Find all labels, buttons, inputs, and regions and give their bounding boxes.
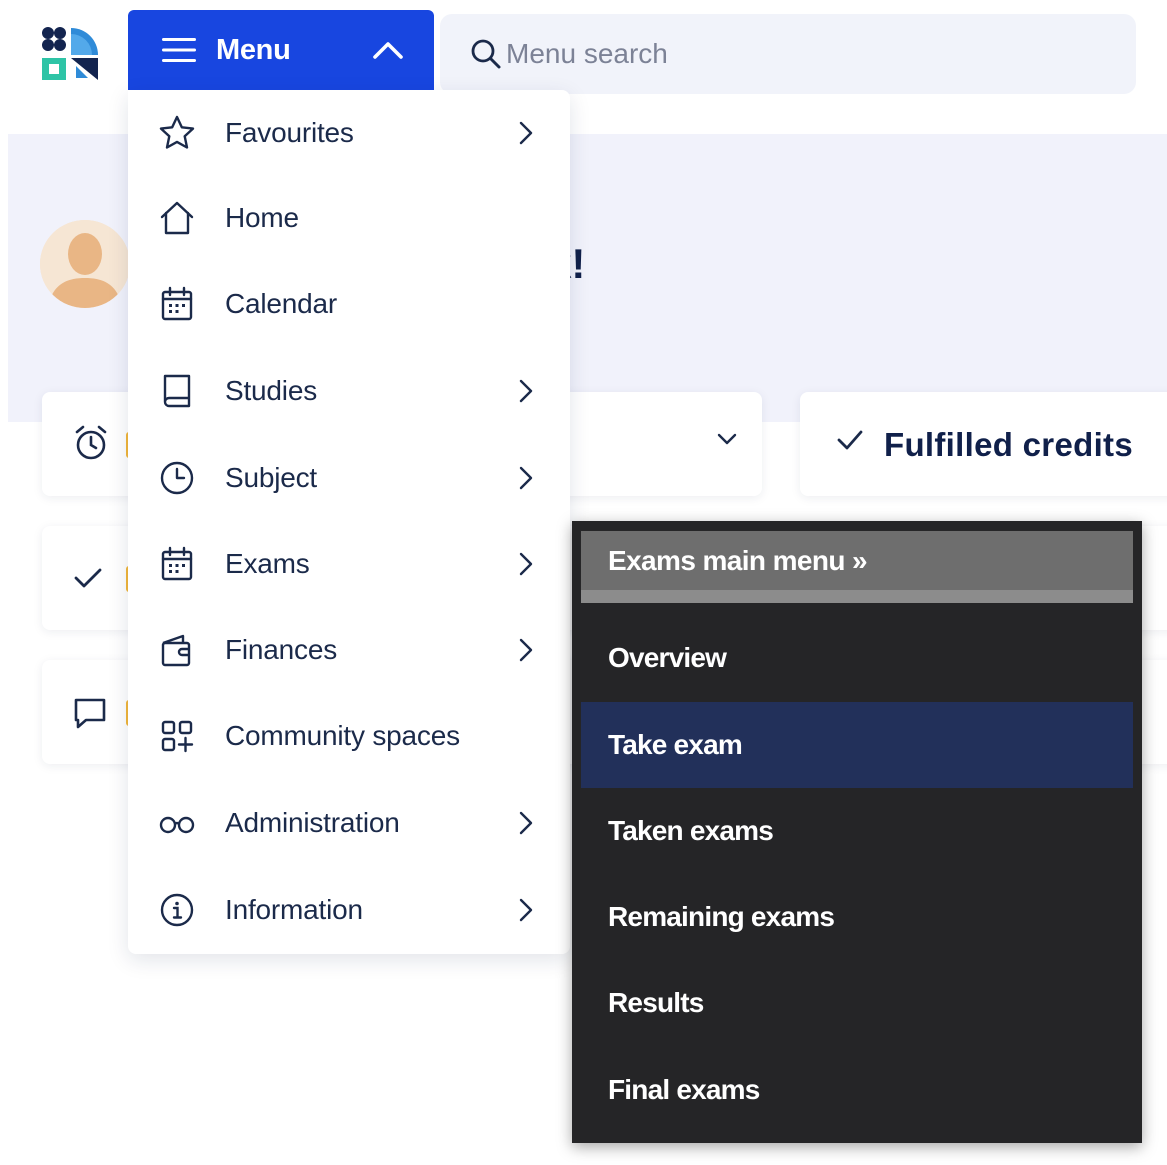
- menu-item-community-spaces[interactable]: Community spaces: [128, 701, 570, 771]
- book-icon: [163, 374, 191, 408]
- menu-item-finances[interactable]: Finances: [128, 615, 570, 685]
- app-logo[interactable]: [40, 26, 102, 82]
- submenu-item-final-exams[interactable]: Final exams: [581, 1047, 1133, 1133]
- menu-item-subject[interactable]: Subject: [128, 443, 570, 513]
- menu-item-administration[interactable]: Administration: [128, 788, 570, 858]
- menu-item-label: Home: [225, 202, 299, 233]
- menu-item-studies[interactable]: Studies: [128, 356, 570, 426]
- submenu-item-results[interactable]: Results: [581, 960, 1133, 1046]
- glasses-icon: [159, 816, 195, 834]
- hamburger-icon: [162, 38, 196, 62]
- chevron-right-icon: [519, 898, 533, 922]
- wallet-icon: [161, 634, 191, 667]
- menu-item-home[interactable]: Home: [128, 183, 570, 253]
- info-icon: [160, 893, 194, 927]
- submenu-item-take-exam[interactable]: Take exam: [581, 702, 1133, 788]
- chat-bubble-icon: [74, 698, 106, 729]
- chevron-right-icon: [519, 811, 533, 835]
- menu-toggle-label: Menu: [216, 33, 291, 66]
- chevron-right-icon: [519, 638, 533, 662]
- menu-item-label: Exams: [225, 548, 310, 579]
- menu-item-label: Calendar: [225, 288, 338, 319]
- chevron-right-icon: [519, 121, 533, 145]
- calendar-icon: [161, 546, 193, 581]
- checkmark-icon: [837, 430, 863, 450]
- chevron-right-icon: [519, 552, 533, 576]
- submenu-item-taken-exams[interactable]: Taken exams: [581, 788, 1133, 874]
- menu-item-label: Community spaces: [225, 720, 460, 751]
- submenu-item-remaining-exams[interactable]: Remaining exams: [581, 874, 1133, 960]
- menu-item-label: Administration: [225, 807, 400, 838]
- exams-main-menu-link[interactable]: Exams main menu »: [581, 531, 1133, 603]
- menu-item-exams[interactable]: Exams: [128, 529, 570, 599]
- alarm-clock-icon: [75, 425, 107, 460]
- chevron-up-icon: [373, 42, 403, 59]
- menu-item-label: Information: [225, 894, 363, 925]
- menu-item-information[interactable]: Information: [128, 875, 570, 945]
- menu-item-favourites[interactable]: Favourites: [128, 98, 570, 168]
- menu-item-label: Studies: [225, 375, 317, 406]
- clock-icon: [160, 461, 194, 495]
- menu-search-box[interactable]: [440, 14, 1136, 94]
- menu-item-calendar[interactable]: Calendar: [128, 269, 570, 339]
- fulfilled-credits-card[interactable]: Fulfilled credits: [800, 392, 1167, 496]
- avatar[interactable]: [40, 220, 130, 308]
- checkmark-icon: [74, 568, 102, 588]
- exams-submenu: Exams main menu » Overview Take exam Tak…: [572, 521, 1142, 1143]
- grid-plus-icon: [161, 720, 194, 753]
- chevron-right-icon: [519, 379, 533, 403]
- calendar-icon: [161, 286, 193, 321]
- fulfilled-credits-label: Fulfilled credits: [884, 426, 1133, 463]
- chevron-right-icon: [519, 466, 533, 490]
- main-menu-panel: Favourites Home Calendar Studies Subject…: [128, 90, 570, 954]
- submenu-item-overview[interactable]: Overview: [581, 615, 1133, 701]
- chevron-down-icon[interactable]: [716, 432, 738, 446]
- menu-search-input[interactable]: [506, 38, 1066, 70]
- home-icon: [160, 201, 194, 235]
- star-icon: [159, 115, 195, 149]
- menu-item-label: Subject: [225, 462, 317, 493]
- menu-toggle-button[interactable]: Menu: [128, 10, 434, 90]
- search-icon: [471, 39, 501, 69]
- menu-item-label: Favourites: [225, 117, 354, 148]
- menu-item-label: Finances: [225, 634, 338, 665]
